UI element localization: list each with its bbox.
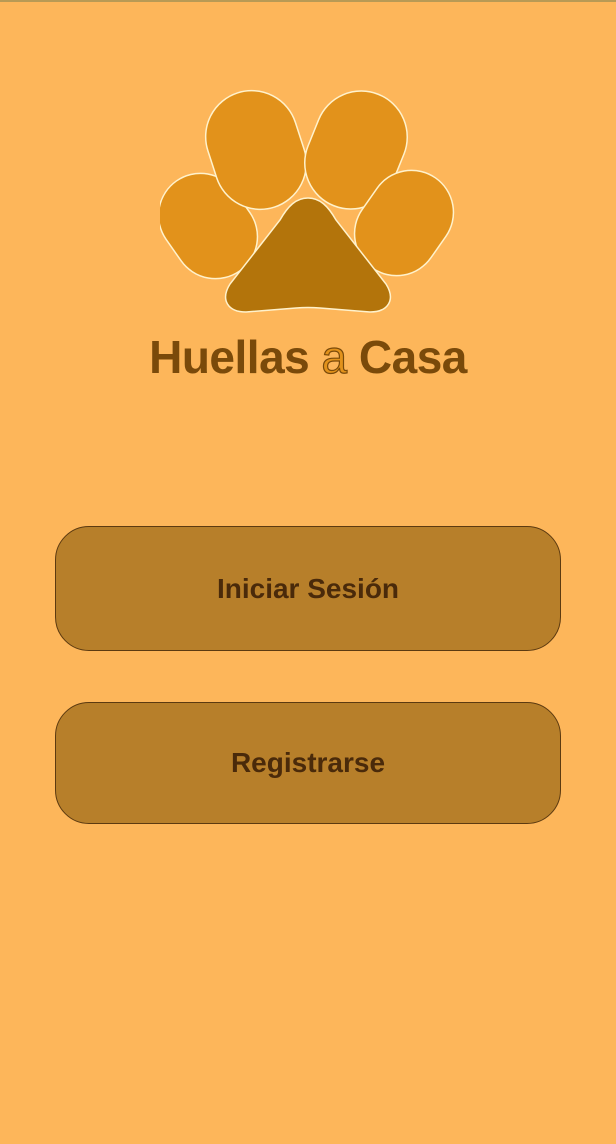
register-button[interactable]: Registrarse <box>55 702 561 824</box>
top-divider <box>0 0 616 2</box>
app-title: Huellas a Casa <box>0 330 616 384</box>
login-button[interactable]: Iniciar Sesión <box>55 526 561 651</box>
app-title-word-3: Casa <box>358 331 467 383</box>
app-title-word-2: a <box>321 330 348 383</box>
register-button-label: Registrarse <box>230 747 386 778</box>
paw-print-icon <box>160 89 455 313</box>
login-button-label: Iniciar Sesión <box>216 572 400 604</box>
app-title-word-1: Huellas <box>149 331 310 383</box>
